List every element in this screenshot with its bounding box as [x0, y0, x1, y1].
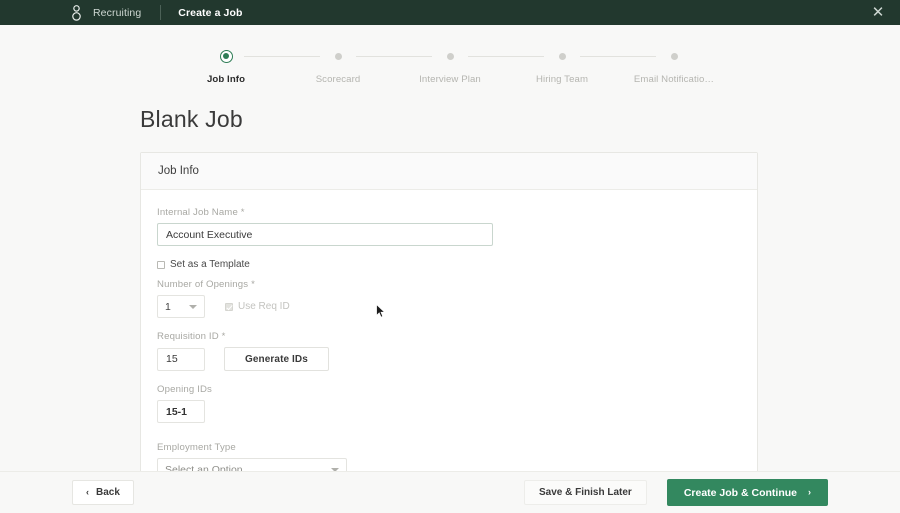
label-internal-job-name: Internal Job Name *: [157, 207, 741, 218]
required-asterisk: *: [251, 279, 255, 290]
step-label-email-notifications: Email Notificatio…: [633, 74, 715, 85]
chevron-right-icon: ›: [808, 487, 811, 497]
field-number-of-openings: Number of Openings * 1 Use Req ID: [157, 279, 741, 318]
step-dot-scorecard: [334, 47, 342, 65]
topbar-divider: [160, 5, 162, 20]
label-employment-type: Employment Type: [157, 442, 236, 453]
job-info-card: Job Info Internal Job Name * Set as a Te…: [140, 152, 758, 471]
page-title: Blank Job: [140, 106, 243, 132]
close-icon[interactable]: ✕: [869, 4, 887, 22]
back-button[interactable]: ‹ Back: [72, 480, 134, 505]
footer-bar: ‹ Back Save & Finish Later Create Job & …: [0, 471, 900, 513]
step-label-hiring-team: Hiring Team: [535, 74, 589, 85]
step-dot-interview-plan: [446, 47, 454, 65]
create-job-button-label: Create Job & Continue: [683, 486, 797, 499]
field-requisition-id: Requisition ID * Generate IDs: [157, 331, 741, 371]
step-dot-hiring-team: [558, 47, 566, 65]
step-label-scorecard: Scorecard: [315, 74, 361, 85]
generate-ids-button[interactable]: Generate IDs: [224, 347, 329, 371]
set-as-template-checkbox[interactable]: [157, 260, 165, 269]
label-requisition-id-text: Requisition ID: [157, 331, 219, 342]
create-job-and-continue-button[interactable]: Create Job & Continue ›: [666, 479, 828, 506]
top-bar: Recruiting Create a Job ✕: [0, 0, 900, 25]
card-body: Internal Job Name * Set as a Template Nu…: [141, 190, 757, 471]
number-of-openings-value: 1: [165, 300, 171, 313]
requisition-id-row: Generate IDs: [157, 347, 741, 371]
field-employment-type: Employment Type Select an Option: [157, 442, 741, 471]
save-and-finish-later-button[interactable]: Save & Finish Later: [524, 480, 647, 505]
greenhouse-logo-icon: [68, 4, 84, 21]
content-area: Job Info Scorecard Interview Plan Hiring…: [0, 25, 900, 471]
chevron-down-icon: [189, 304, 197, 309]
card-header: Job Info: [141, 153, 757, 190]
use-req-id-row: Use Req ID: [225, 301, 290, 312]
openings-row: 1 Use Req ID: [157, 295, 741, 318]
field-opening-ids: Opening IDs: [157, 384, 741, 423]
employment-type-value: Select an Option: [165, 463, 243, 472]
topbar-page-title: Create a Job: [178, 6, 243, 19]
step-dot-job-info: [219, 47, 233, 65]
field-internal-job-name: Internal Job Name *: [157, 207, 741, 246]
internal-job-name-input[interactable]: [157, 223, 493, 246]
progress-stepper: Job Info Scorecard Interview Plan Hiring…: [0, 25, 900, 85]
back-button-label: Back: [96, 487, 120, 498]
step-dot-email-notifications: [670, 47, 678, 65]
label-number-of-openings: Number of Openings *: [157, 279, 741, 290]
use-req-id-label: Use Req ID: [238, 301, 290, 312]
use-req-id-checkbox: [225, 302, 233, 311]
label-number-of-openings-text: Number of Openings: [157, 279, 249, 290]
number-of-openings-select[interactable]: 1: [157, 295, 205, 318]
label-requisition-id: Requisition ID *: [157, 331, 741, 342]
set-as-template-row[interactable]: Set as a Template: [157, 259, 741, 270]
label-opening-ids: Opening IDs: [157, 384, 212, 395]
step-label-interview-plan: Interview Plan: [419, 74, 481, 85]
step-email-notifications[interactable]: Email Notificatio…: [633, 47, 715, 85]
employment-type-select[interactable]: Select an Option: [157, 458, 347, 471]
opening-ids-input[interactable]: [157, 400, 205, 423]
required-asterisk: *: [221, 331, 226, 342]
requisition-id-input[interactable]: [157, 347, 205, 371]
label-internal-job-name-text: Internal Job Name: [157, 207, 238, 218]
set-as-template-label: Set as a Template: [170, 259, 250, 270]
required-asterisk: *: [240, 207, 245, 218]
step-label-job-info: Job Info: [206, 74, 246, 85]
brand-label: Recruiting: [93, 6, 142, 19]
chevron-left-icon: ‹: [86, 487, 89, 497]
